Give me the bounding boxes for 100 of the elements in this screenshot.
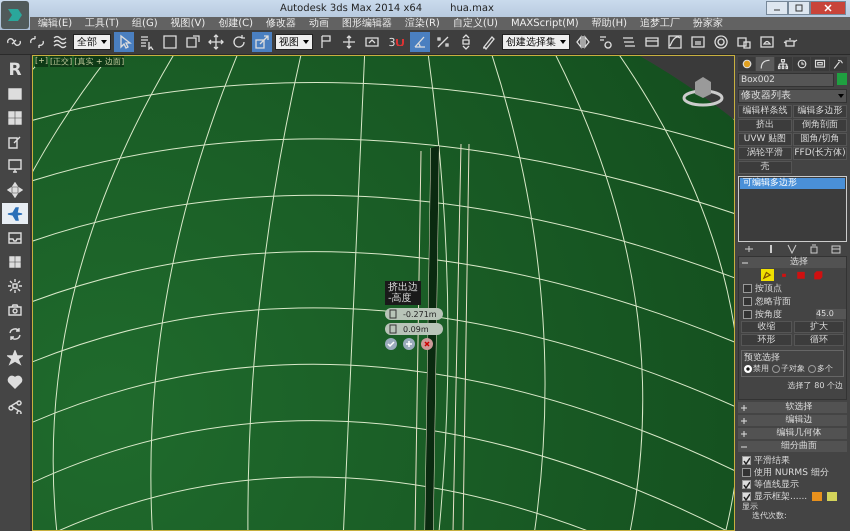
caddy-input-field[interactable]: -0.271m	[385, 308, 443, 320]
dropdown[interactable]: 视图	[275, 34, 313, 50]
list-cursor-icon	[139, 34, 155, 50]
percent-snap-icon	[435, 34, 451, 50]
trash-icon[interactable]	[809, 244, 820, 254]
modifier-button[interactable]: 编辑样条线	[738, 105, 792, 118]
menu-item[interactable]: 组(G)	[132, 17, 158, 30]
rollout-header[interactable]: 细分曲面	[738, 441, 847, 452]
caret-icon	[303, 40, 309, 44]
scale-icon	[254, 34, 270, 50]
radio-button[interactable]	[808, 364, 816, 372]
viewport[interactable]: [+] [正交] [真实 + 边面] 挤出边 -高度 -0.271m 0.09m	[32, 55, 735, 531]
menu-item[interactable]: 扮家家	[693, 17, 724, 30]
snap-toggle-button[interactable]: 3	[385, 32, 407, 52]
plus-icon	[403, 338, 415, 350]
viewport-label[interactable]: [真实 + 边面]	[74, 56, 124, 67]
move-arrows-icon	[208, 34, 224, 50]
maximize-button[interactable]	[788, 1, 810, 15]
object-name-field[interactable]: Box002	[738, 73, 834, 87]
ok-button[interactable]	[385, 338, 397, 350]
checkbox[interactable]	[743, 310, 752, 318]
frame-color-swatch[interactable]	[827, 492, 838, 500]
viewport-label[interactable]: [正交]	[50, 56, 72, 67]
menu-item[interactable]: 追梦工厂	[640, 17, 680, 30]
modifier-button[interactable]: 涡轮平滑	[738, 147, 792, 160]
curve-graph-icon	[667, 34, 683, 50]
align-icon	[598, 34, 614, 50]
modifier-button[interactable]: 倒角剖面	[793, 119, 847, 132]
wavy-lines-icon	[52, 34, 68, 50]
dropdown[interactable]: 创建选择集	[502, 34, 570, 50]
viewcube-icon[interactable]	[681, 74, 725, 108]
logo-letter[interactable]: R	[2, 59, 28, 80]
arc-tab[interactable]	[756, 57, 774, 71]
caret-icon	[560, 40, 566, 44]
checkbox[interactable]	[743, 284, 752, 292]
display-tab[interactable]	[811, 57, 829, 71]
frame-color-swatch[interactable]	[812, 492, 822, 500]
motion-tab[interactable]	[792, 57, 810, 71]
selection-button[interactable]: 循环	[794, 334, 844, 346]
checkbox[interactable]	[742, 492, 751, 500]
rollout-header[interactable]: 编辑边	[738, 415, 847, 426]
menu-item[interactable]: 帮助(H)	[592, 17, 628, 30]
rollout-header[interactable]: 软选择	[738, 402, 847, 413]
selection-button[interactable]: 环形	[741, 334, 792, 346]
rollout-header[interactable]: 编辑几何体	[738, 428, 847, 439]
sphere-tab[interactable]	[738, 57, 756, 71]
element-mode-icon	[813, 270, 823, 280]
modifier-button[interactable]: FFD(长方体)	[793, 147, 847, 160]
dropdown[interactable]: 全部	[73, 34, 111, 50]
menu-item[interactable]: 编辑(E)	[38, 17, 72, 30]
edge-mode-icon	[762, 270, 772, 280]
selection-button[interactable]: 扩大	[794, 321, 844, 333]
plus-icon	[741, 430, 747, 436]
menu-item[interactable]: 自定义(U)	[452, 17, 498, 30]
airplane-icon[interactable]	[2, 203, 28, 224]
checkbox[interactable]	[742, 468, 751, 476]
checkbox[interactable]	[742, 456, 751, 464]
object-color-swatch[interactable]	[837, 73, 847, 85]
checkbox-label: 显示框架......	[754, 490, 808, 502]
viewport-label[interactable]: [+]	[35, 56, 48, 67]
modifier-list-dropdown[interactable]: 修改器列表	[738, 89, 847, 103]
radio-label: 多个	[817, 363, 833, 374]
menu-item[interactable]: 修改器	[266, 17, 296, 30]
radio-button[interactable]	[772, 364, 780, 372]
rollout-header[interactable]: 选择	[739, 257, 846, 268]
checkbox[interactable]	[743, 296, 752, 306]
polygon-mode-icon	[796, 270, 806, 280]
menu-item[interactable]: 动画	[309, 17, 330, 30]
hierarchy-icon	[777, 58, 790, 70]
caddy-input-field[interactable]: 0.09m	[385, 323, 443, 335]
menu-item[interactable]: 图形编辑器	[342, 17, 392, 30]
modifier-button[interactable]: 编辑多边形	[793, 105, 847, 118]
menu-item[interactable]: 创建(C)	[218, 17, 254, 30]
edge-mode-button[interactable]	[760, 269, 774, 281]
hierarchy-tab[interactable]	[774, 57, 792, 71]
apply-button[interactable]	[403, 338, 415, 350]
checkbox-label: 等值线显示	[754, 478, 799, 490]
close-button[interactable]	[810, 1, 846, 15]
cancel-button[interactable]	[421, 338, 433, 350]
angle-spinner[interactable]: 45.0	[816, 309, 846, 319]
menu-item[interactable]: 视图(V)	[170, 17, 206, 30]
pencil-icon	[481, 34, 497, 50]
modifier-button[interactable]: 圆角/切角	[793, 133, 847, 146]
modifier-button[interactable]: UVW 贴图	[738, 133, 792, 146]
caddy-title: 挤出边 -高度	[385, 281, 421, 305]
minus-icon	[741, 444, 747, 450]
menu-item[interactable]: 工具(T)	[85, 17, 120, 30]
menu-item[interactable]: 渲染(R)	[405, 17, 440, 30]
selection-button[interactable]: 收缩	[741, 321, 792, 333]
frame-window-icon	[759, 34, 775, 50]
menu-item[interactable]: MAXScript(M)	[510, 17, 579, 30]
arc-icon	[758, 58, 771, 70]
checkbox-label: 使用 NURMS 细分	[754, 466, 829, 478]
hammer-icon	[832, 58, 844, 70]
modifier-button[interactable]: 挤出	[738, 119, 792, 132]
checkmark-icon	[385, 338, 397, 350]
checkbox[interactable]	[742, 480, 751, 488]
move-arrows-button[interactable]	[206, 32, 226, 52]
modifier-button[interactable]: 壳	[738, 161, 792, 174]
hammer-tab[interactable]	[830, 57, 847, 71]
